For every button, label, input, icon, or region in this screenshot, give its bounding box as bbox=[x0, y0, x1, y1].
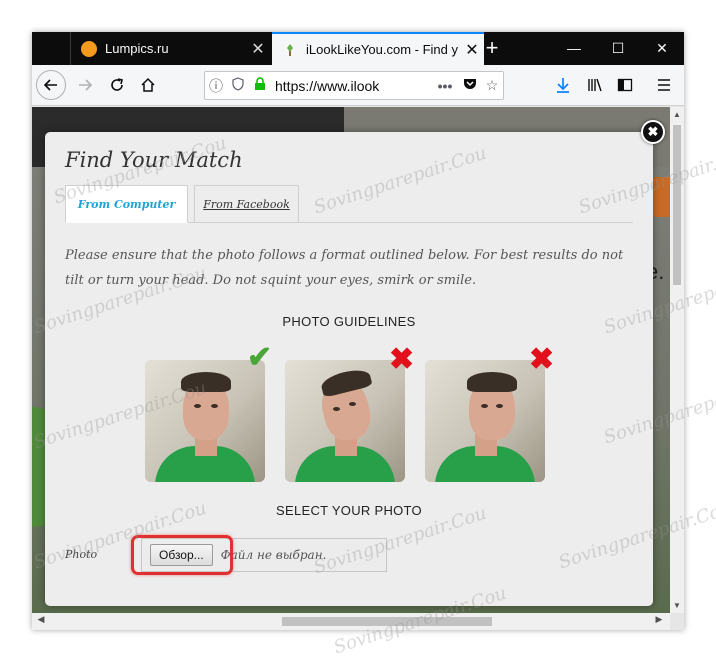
shield-icon[interactable] bbox=[227, 77, 249, 94]
browse-button-highlight bbox=[131, 535, 233, 575]
star-icon[interactable]: ☆ bbox=[481, 77, 503, 94]
lumpics-favicon-icon bbox=[81, 40, 97, 57]
cross-icon: ✖ bbox=[529, 343, 555, 376]
minimize-button[interactable]: — bbox=[552, 32, 596, 65]
find-match-modal: Find Your Match From Computer From Faceb… bbox=[45, 132, 653, 606]
tab-title: Lumpics.ru bbox=[105, 41, 169, 56]
check-icon: ✔ bbox=[247, 341, 273, 374]
guidelines-heading: PHOTO GUIDELINES bbox=[282, 314, 416, 329]
page-actions-icon[interactable]: ••• bbox=[431, 78, 459, 94]
back-icon[interactable] bbox=[36, 70, 66, 100]
browser-window: Lumpics.ru ✕ iLookLikeYou.com - Find y ✕… bbox=[32, 32, 684, 630]
source-tabs: From Computer From Facebook bbox=[65, 185, 633, 223]
no-file-text: Файл не выбран. bbox=[220, 548, 327, 562]
scroll-thumb[interactable] bbox=[282, 617, 492, 626]
tab-bar: Lumpics.ru ✕ iLookLikeYou.com - Find y ✕… bbox=[32, 32, 684, 65]
url-text: https://www.ilook bbox=[275, 77, 380, 94]
tab-title: iLookLikeYou.com - Find y bbox=[306, 42, 458, 57]
scroll-down-icon[interactable]: ▼ bbox=[670, 601, 684, 610]
scroll-left-icon[interactable]: ◀ bbox=[34, 614, 48, 625]
example-photo-turned bbox=[425, 360, 545, 482]
example-photo-correct bbox=[145, 360, 265, 482]
photo-instructions: Please ensure that the photo follows a f… bbox=[65, 248, 624, 288]
menu-icon[interactable] bbox=[649, 70, 679, 100]
tab-ilooklikeyou[interactable]: iLookLikeYou.com - Find y ✕ bbox=[272, 32, 484, 65]
vertical-scrollbar[interactable]: ▲ ▼ bbox=[670, 107, 684, 613]
scroll-thumb[interactable] bbox=[673, 125, 681, 285]
lock-icon bbox=[249, 77, 271, 94]
cross-icon: ✖ bbox=[389, 343, 415, 376]
example-photo-tilted bbox=[285, 360, 405, 482]
tab-from-facebook[interactable]: From Facebook bbox=[194, 185, 299, 223]
scroll-corner bbox=[670, 613, 684, 630]
modal-title: Find Your Match bbox=[65, 148, 243, 172]
tab-from-computer[interactable]: From Computer bbox=[65, 185, 188, 223]
maximize-button[interactable]: ☐ bbox=[596, 32, 640, 65]
select-photo-heading: SELECT YOUR PHOTO bbox=[276, 503, 422, 518]
forward-icon[interactable] bbox=[70, 70, 100, 100]
sidebar-icon[interactable] bbox=[610, 70, 640, 100]
scroll-right-icon[interactable]: ▶ bbox=[652, 614, 666, 625]
horizontal-scrollbar[interactable]: ◀ ▶ bbox=[32, 613, 670, 630]
ilooklikeyou-favicon-icon bbox=[282, 42, 298, 58]
pocket-icon[interactable] bbox=[459, 77, 481, 94]
close-tab-icon[interactable]: ✕ bbox=[246, 39, 270, 59]
library-icon[interactable] bbox=[580, 70, 610, 100]
download-icon[interactable] bbox=[548, 70, 578, 100]
reload-icon[interactable] bbox=[102, 70, 132, 100]
home-icon[interactable] bbox=[133, 70, 163, 100]
tab-lumpics[interactable]: Lumpics.ru ✕ bbox=[70, 32, 270, 65]
url-bar[interactable]: ⓘ https://www.ilook ••• ☆ bbox=[204, 71, 504, 100]
new-tab-button[interactable]: + bbox=[478, 35, 506, 63]
photo-field-label: Photo bbox=[65, 548, 98, 561]
scroll-up-icon[interactable]: ▲ bbox=[670, 110, 684, 119]
close-modal-icon[interactable]: ✖ bbox=[641, 120, 665, 144]
close-window-button[interactable]: ✕ bbox=[640, 32, 684, 65]
info-icon[interactable]: ⓘ bbox=[205, 76, 227, 96]
nav-toolbar: ⓘ https://www.ilook ••• ☆ bbox=[32, 65, 684, 106]
